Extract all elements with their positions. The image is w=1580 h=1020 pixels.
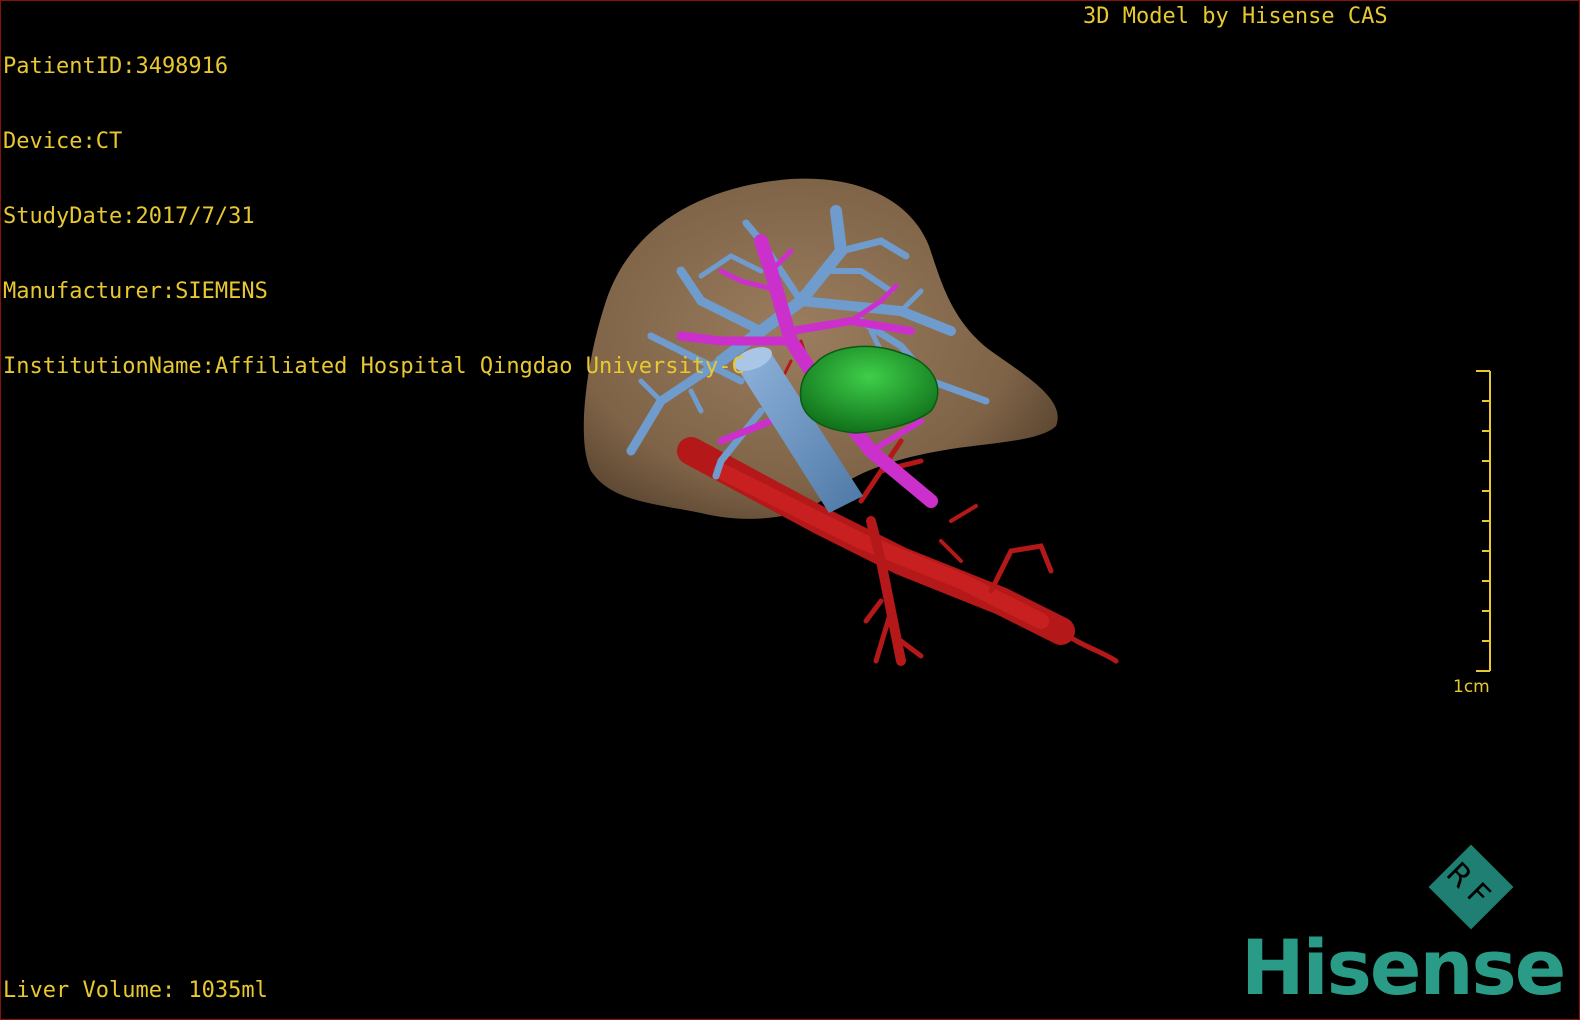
model-credit-text: 3D Model by Hisense CAS [1083, 4, 1388, 29]
scale-label: 1cm [1453, 677, 1490, 697]
study-info-overlay: PatientID:3498916 Device:CT StudyDate:20… [3, 4, 745, 429]
device-text: Device:CT [3, 129, 123, 154]
manufacturer-text: Manufacturer:SIEMENS [3, 279, 268, 304]
rf-badge-letters: RF [1439, 856, 1502, 919]
institution-text: InstitutionName:Affiliated Hospital Qing… [3, 354, 745, 379]
liver-volume-text: Liver Volume: 1035ml [3, 978, 268, 1003]
scale-bar [1476, 370, 1491, 672]
patient-id-text: PatientID:3498916 [3, 54, 229, 79]
hisense-logo: Hisense [1241, 923, 1566, 1012]
3d-viewport[interactable]: PatientID:3498916 Device:CT StudyDate:20… [0, 0, 1580, 1020]
rf-badge-icon: RF [1428, 844, 1514, 930]
study-date-text: StudyDate:2017/7/31 [3, 204, 255, 229]
